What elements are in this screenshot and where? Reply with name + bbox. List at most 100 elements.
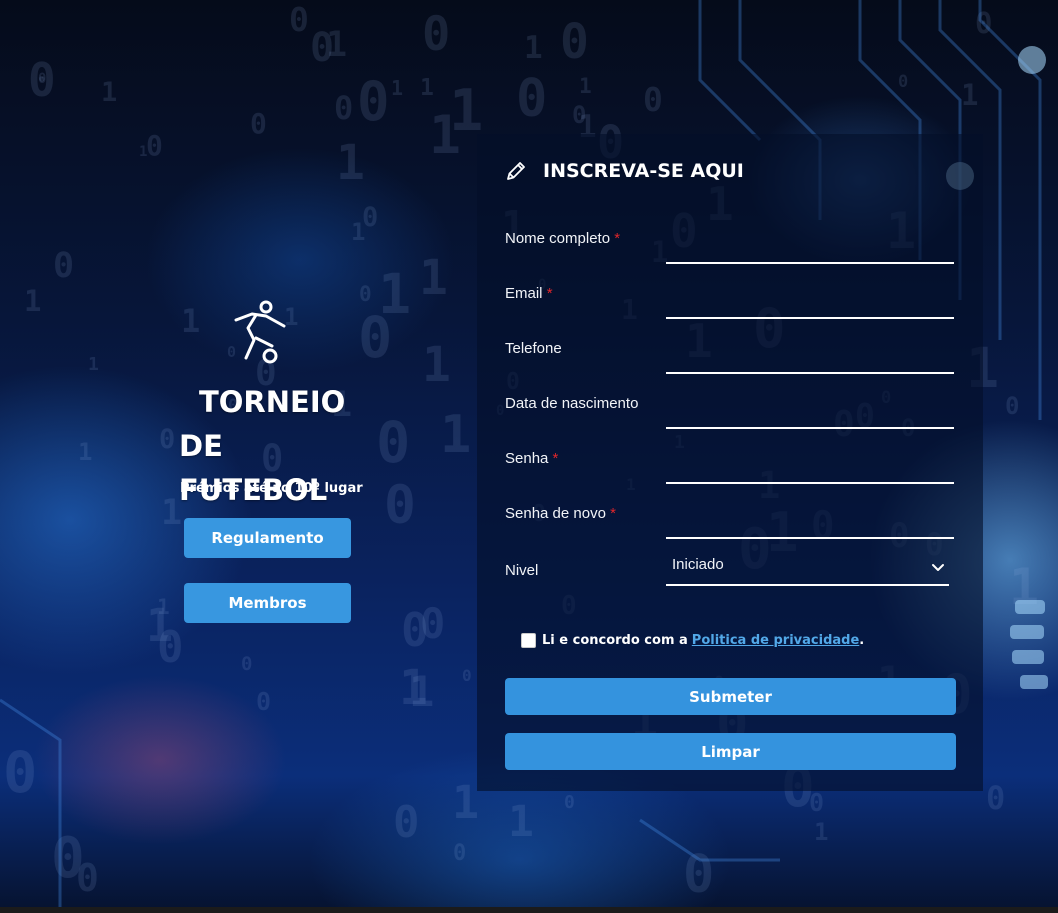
background-digit: 1 bbox=[88, 354, 99, 375]
prizes-subtitle: Prémios até ao 10º lugar bbox=[180, 481, 363, 496]
privacy-checkbox[interactable] bbox=[521, 633, 536, 648]
background-digit: 0 bbox=[146, 129, 163, 162]
background-digit: 1 bbox=[101, 77, 118, 108]
background-digit: 0 bbox=[51, 826, 85, 891]
background-digit: 0 bbox=[310, 25, 335, 71]
background-digit: 0 bbox=[241, 653, 253, 675]
background-digit: 0 bbox=[572, 101, 587, 129]
background-digit: 0 bbox=[564, 792, 575, 813]
registration-panel: INSCREVA-SE AQUI Nome completo * Email *… bbox=[477, 134, 983, 791]
background-digit: 1 bbox=[452, 776, 480, 829]
field-email: Email * bbox=[505, 285, 955, 319]
background-digit: 0 bbox=[986, 779, 1006, 817]
background-digit: 0 bbox=[1005, 392, 1020, 420]
background-digit: 1 bbox=[420, 75, 434, 101]
background-digit: 1 bbox=[440, 405, 472, 465]
background-digit: 0 bbox=[453, 841, 467, 866]
background-digit: 0 bbox=[516, 69, 548, 129]
nome-completo-input[interactable] bbox=[666, 230, 954, 264]
form-header: INSCREVA-SE AQUI bbox=[505, 160, 744, 182]
field-nome-completo: Nome completo * bbox=[505, 230, 955, 264]
background-digit: 0 bbox=[809, 788, 825, 817]
clear-button[interactable]: Limpar bbox=[505, 733, 956, 770]
background-digit: 1 bbox=[419, 250, 448, 306]
background-digit: 0 bbox=[384, 475, 416, 536]
background-digit: 0 bbox=[38, 71, 47, 87]
required-marker: * bbox=[614, 230, 621, 247]
background-digit: 1 bbox=[524, 30, 543, 66]
senha-de-novo-label: Senha de novo bbox=[505, 505, 606, 522]
background-digit: 0 bbox=[289, 0, 309, 39]
background-digit: 1 bbox=[429, 105, 461, 166]
soccer-player-icon bbox=[234, 300, 286, 364]
background-digit: 1 bbox=[508, 797, 534, 847]
background-digit: 1 bbox=[391, 76, 404, 100]
background-digit: 0 bbox=[560, 14, 589, 70]
background-digit: 0 bbox=[422, 7, 451, 62]
required-marker: * bbox=[552, 450, 559, 467]
field-senha-de-novo: Senha de novo * bbox=[505, 505, 955, 539]
senha-label: Senha bbox=[505, 450, 549, 467]
membros-button[interactable]: Membros bbox=[184, 583, 351, 623]
background-digit: 0 bbox=[393, 797, 420, 848]
required-marker: * bbox=[610, 505, 616, 522]
background-digit: 0 bbox=[334, 89, 354, 127]
background-digit: 1 bbox=[1009, 558, 1040, 616]
senha-input[interactable] bbox=[666, 450, 954, 484]
privacy-consent: Li e concordo com a Politica de privacid… bbox=[521, 633, 864, 648]
submit-button[interactable]: Submeter bbox=[505, 678, 956, 715]
background-digit: 1 bbox=[814, 818, 829, 846]
privacy-policy-link[interactable]: Politica de privacidade bbox=[692, 633, 859, 648]
field-data-nascimento: Data de nascimento bbox=[505, 395, 955, 429]
background-digit: 0 bbox=[28, 53, 56, 107]
field-telefone: Telefone bbox=[505, 340, 955, 374]
background-digit: 1 bbox=[422, 337, 451, 393]
data-nascimento-input[interactable] bbox=[666, 395, 954, 429]
pencil-icon bbox=[507, 162, 525, 180]
background-digit: 0 bbox=[683, 845, 715, 905]
email-input[interactable] bbox=[666, 285, 954, 319]
chevron-down-icon bbox=[932, 564, 944, 571]
form-title: INSCREVA-SE AQUI bbox=[543, 160, 744, 182]
field-senha: Senha * bbox=[505, 450, 955, 484]
background-digit: 0 bbox=[53, 246, 75, 286]
background-digit: 0 bbox=[159, 424, 176, 455]
background-digit: 1 bbox=[351, 218, 366, 246]
background-digit: 0 bbox=[420, 599, 446, 648]
background-digit: 1 bbox=[326, 25, 348, 65]
background-digit: 1 bbox=[378, 262, 412, 326]
nivel-selected-value: Iniciado bbox=[672, 556, 724, 573]
background-digit: 0 bbox=[357, 70, 390, 133]
background-digit: 0 bbox=[643, 80, 663, 119]
background-digit: 1 bbox=[181, 302, 201, 340]
consent-suffix: . bbox=[859, 633, 865, 648]
background-digit: 0 bbox=[358, 305, 393, 371]
background-digit: 0 bbox=[401, 603, 429, 657]
background-digit: 0 bbox=[157, 622, 184, 673]
bottom-scrollbar bbox=[0, 907, 1058, 913]
background-digit: 1 bbox=[579, 74, 592, 98]
background-digit: 1 bbox=[409, 667, 435, 716]
background-digit: 0 bbox=[975, 6, 993, 40]
background-digit: 1 bbox=[336, 135, 365, 191]
background-digit: 1 bbox=[961, 78, 979, 112]
background-digit: 0 bbox=[898, 72, 909, 92]
background-digit: 0 bbox=[76, 856, 99, 900]
regulamento-button[interactable]: Regulamento bbox=[184, 518, 351, 558]
background-digit: 0 bbox=[376, 410, 411, 476]
nivel-label: Nivel bbox=[505, 562, 539, 579]
background-digit: 0 bbox=[256, 687, 272, 716]
nivel-select[interactable]: Iniciado bbox=[666, 550, 949, 586]
telefone-input[interactable] bbox=[666, 340, 954, 374]
email-label: Email bbox=[505, 285, 543, 302]
senha-de-novo-input[interactable] bbox=[666, 505, 954, 539]
background-digit: 1 bbox=[139, 144, 148, 160]
consent-text: Li e concordo com a bbox=[542, 633, 688, 648]
data-nascimento-label: Data de nascimento bbox=[505, 395, 639, 412]
field-nivel: Nivel Iniciado bbox=[505, 556, 955, 596]
background-digit: 0 bbox=[250, 107, 267, 140]
required-marker: * bbox=[546, 285, 553, 302]
background-digit: 1 bbox=[78, 438, 93, 466]
background-digit: 0 bbox=[462, 666, 472, 685]
background-digit: 0 bbox=[3, 740, 38, 806]
